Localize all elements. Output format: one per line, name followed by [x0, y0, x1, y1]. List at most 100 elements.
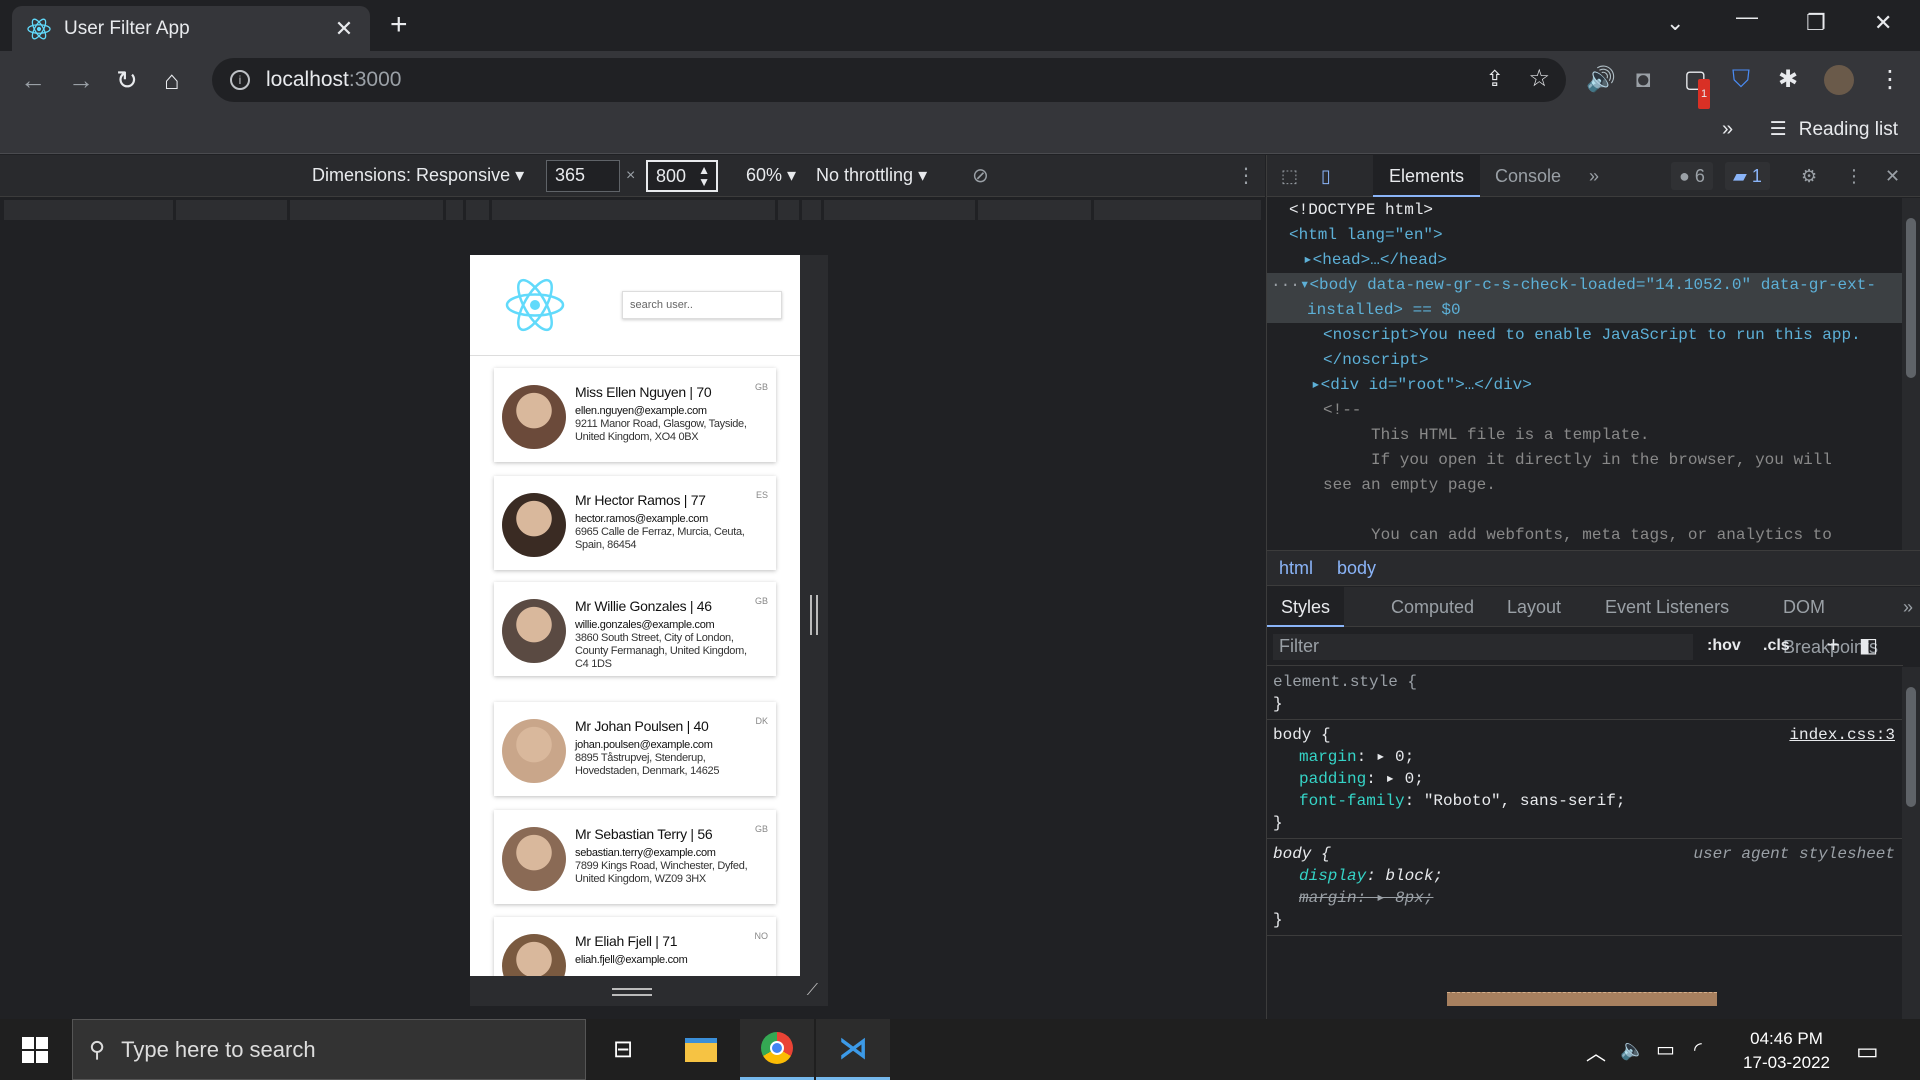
user-card[interactable]: Mr Eliah Fjell | 71 eliah.fjell@example.c… [494, 917, 776, 976]
breadcrumb-body[interactable]: body [1325, 551, 1388, 585]
share-icon[interactable]: ⇪ [1486, 66, 1504, 92]
reload-icon[interactable]: ↻ [116, 65, 138, 95]
taskbar-search[interactable]: ⚲ Type here to search [72, 1019, 586, 1080]
speaker-icon[interactable]: 🔊 [1586, 65, 1616, 95]
more-tabs-icon[interactable]: » [1589, 155, 1599, 197]
user-card[interactable]: Miss Ellen Nguyen | 70 ellen.nguyen@examp… [494, 368, 776, 462]
tab-layout[interactable]: Layout [1507, 587, 1561, 627]
bookmark-star-icon[interactable]: ☆ [1528, 64, 1550, 93]
tab-computed[interactable]: Computed [1391, 587, 1474, 627]
user-card[interactable]: Mr Willie Gonzales | 46 willie.gonzales@e… [494, 582, 776, 676]
rotate-icon[interactable]: ⊘ [972, 163, 989, 188]
dom-noscript-close[interactable]: </noscript> [1267, 348, 1903, 373]
tray-chevron-icon[interactable]: ︿ [1586, 1037, 1606, 1066]
rule-body-index-css[interactable]: body { index.css:3 margin: ▸ 0; padding:… [1267, 720, 1903, 839]
prop-value[interactable]: 0; [1395, 748, 1414, 766]
cls-toggle[interactable]: .cls [1763, 637, 1790, 655]
file-explorer-icon[interactable] [664, 1019, 738, 1080]
viewport-resize-handle-right[interactable] [800, 255, 828, 976]
close-devtools-icon[interactable]: ✕ [1885, 155, 1900, 197]
tab-search-chevron-icon[interactable]: ⌄ [1666, 10, 1684, 36]
messages-badge[interactable]: ▰ 1 [1725, 162, 1770, 190]
tab-styles[interactable]: Styles [1267, 587, 1345, 627]
zoom-dropdown[interactable]: 60% ▾ [746, 165, 796, 186]
hov-toggle[interactable]: :hov [1707, 637, 1741, 655]
menu-kebab-icon[interactable]: ⋮ [1878, 65, 1902, 95]
devtools-menu-icon[interactable]: ⋮ [1845, 155, 1863, 197]
height-stepper-icon[interactable]: ▲ ▼ [698, 164, 710, 188]
rule-element-style[interactable]: element.style { } [1267, 667, 1903, 720]
breadcrumb-html[interactable]: html [1267, 551, 1325, 585]
device-toggle-icon[interactable]: ▯ [1321, 155, 1331, 197]
throttling-dropdown[interactable]: No throttling ▾ [816, 165, 927, 186]
dom-comment-open[interactable]: <!-- [1267, 398, 1903, 423]
rule-source-link[interactable]: index.css:3 [1789, 724, 1895, 746]
close-tab-icon[interactable]: ✕ [332, 16, 356, 42]
height-input[interactable]: 800 ▲ ▼ [646, 159, 718, 192]
extensions-puzzle-icon[interactable]: ✱ [1778, 65, 1798, 95]
user-card[interactable]: Mr Hector Ramos | 77 hector.ramos@example… [494, 476, 776, 570]
tab-console[interactable]: Console [1495, 155, 1561, 197]
dom-root[interactable]: ▸<div id="root">…</div> [1267, 373, 1903, 398]
dom-noscript[interactable]: <noscript>You need to enable JavaScript … [1267, 323, 1903, 348]
expand-arrow-icon[interactable]: ▸ [1311, 376, 1321, 394]
close-window-icon[interactable]: ✕ [1874, 10, 1892, 36]
forward-icon[interactable]: → [68, 65, 94, 95]
collapse-arrow-icon[interactable]: ▾ [1300, 276, 1310, 294]
tab-elements[interactable]: Elements [1373, 155, 1481, 197]
camera-extension-icon[interactable]: ◘ [1636, 65, 1651, 95]
chrome-icon[interactable] [740, 1019, 814, 1080]
prop-name[interactable]: padding [1299, 770, 1366, 788]
notification-center-icon[interactable]: ▭ [1856, 1037, 1879, 1066]
inspect-icon[interactable]: ⬚ [1281, 155, 1298, 197]
settings-gear-icon[interactable]: ⚙ [1801, 155, 1817, 197]
more-bookmarks-icon[interactable]: » [1722, 118, 1733, 141]
restore-icon[interactable]: ❐ [1806, 10, 1826, 36]
dimensions-dropdown[interactable]: Dimensions: Responsive ▾ [312, 165, 524, 186]
user-search-input[interactable]: search user.. [622, 291, 782, 319]
toggle-sidebar-icon[interactable]: ◧ [1859, 633, 1878, 658]
expand-arrow-icon[interactable]: ▸ [1303, 251, 1313, 269]
prop-name[interactable]: margin [1299, 748, 1357, 766]
new-rule-plus-icon[interactable]: + [1827, 632, 1840, 658]
dom-scrollbar[interactable] [1902, 198, 1920, 550]
minimize-icon[interactable]: — [1736, 4, 1758, 30]
profile-avatar[interactable] [1824, 65, 1854, 95]
tab-dom-breakpoints[interactable]: DOM Breakpoints [1783, 587, 1920, 657]
vscode-icon[interactable]: ⋊ [816, 1019, 890, 1080]
dom-head[interactable]: ▸<head>…</head> [1267, 248, 1903, 273]
tray-volume-icon[interactable]: 🔈 [1620, 1037, 1645, 1062]
prop-value[interactable]: 0; [1405, 770, 1424, 788]
home-icon[interactable]: ⌂ [164, 65, 180, 95]
dom-html[interactable]: <html lang="en"> [1267, 223, 1903, 248]
address-bar[interactable]: i localhost :3000 ⇪ ☆ [212, 58, 1566, 102]
more-style-tabs-icon[interactable]: » [1903, 587, 1913, 627]
windows-start-icon[interactable] [22, 1037, 48, 1063]
site-info-icon[interactable]: i [230, 70, 250, 90]
dom-body-selected[interactable]: ···▾<body data-new-gr-c-s-check-loaded="… [1267, 273, 1903, 323]
media-query-bar[interactable] [0, 198, 1265, 222]
back-icon[interactable]: ← [20, 65, 46, 95]
styles-filter-input[interactable]: Filter [1273, 634, 1693, 660]
tab-event-listeners[interactable]: Event Listeners [1605, 587, 1729, 627]
extension-badge-icon[interactable]: ▢ 1 [1684, 65, 1711, 109]
taskbar-clock[interactable]: 04:46 PM 17-03-2022 [1743, 1027, 1830, 1075]
prop-name[interactable]: font-family [1299, 792, 1405, 810]
dom-doctype[interactable]: <!DOCTYPE html> [1267, 198, 1903, 223]
styles-scrollbar[interactable] [1902, 667, 1920, 1019]
errors-badge[interactable]: ● 6 [1671, 162, 1713, 190]
device-more-icon[interactable]: ⋮ [1236, 163, 1256, 188]
browser-tab[interactable]: User Filter App ✕ [12, 6, 370, 51]
rule-body-user-agent[interactable]: body { user agent stylesheet display: bl… [1267, 839, 1903, 936]
task-view-icon[interactable]: ⊟ [586, 1019, 660, 1080]
shield-extension-icon[interactable]: ⛉ [1732, 65, 1750, 95]
corner-resize-icon[interactable]: ⟋ [807, 982, 818, 1000]
tray-wifi-icon[interactable]: ◜ [1694, 1037, 1702, 1062]
dom-ellipsis-icon[interactable]: ··· [1271, 276, 1300, 294]
user-card[interactable]: Mr Sebastian Terry | 56 sebastian.terry@e… [494, 810, 776, 904]
prop-value[interactable]: "Roboto", sans-serif; [1424, 792, 1626, 810]
tray-battery-icon[interactable]: ▭ [1656, 1037, 1675, 1062]
reading-list-button[interactable]: ☰ Reading list [1770, 118, 1898, 141]
new-tab-icon[interactable]: + [390, 10, 408, 40]
dom-tree[interactable]: <!DOCTYPE html> <html lang="en"> ▸<head>… [1267, 198, 1903, 550]
